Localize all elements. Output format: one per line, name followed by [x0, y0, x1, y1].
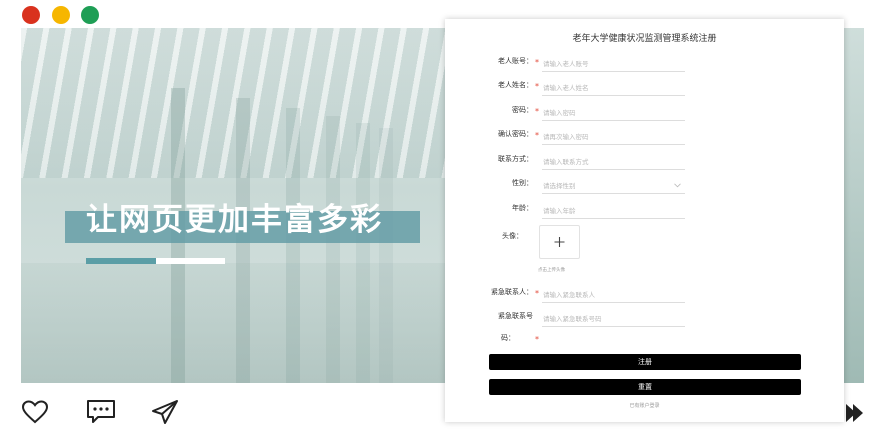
send-icon[interactable] [151, 399, 179, 425]
minimize-window-dot[interactable] [52, 6, 70, 24]
registration-form-card: 老年大学健康状况监测管理系统注册 老人账号： * 老人姓名： * 密码： * 确… [445, 19, 844, 422]
field-emergency-contact: 紧急联系人： * [445, 287, 844, 303]
required-mark: * [535, 131, 539, 140]
field-emergency-phone-label-cont: 码： [501, 334, 515, 342]
field-confirm-password-label: 确认密码： [498, 130, 533, 138]
form-title: 老年大学健康状况监测管理系统注册 [572, 34, 717, 44]
age-input[interactable] [542, 203, 685, 219]
field-account-label: 老人账号： [498, 57, 533, 65]
field-emergency-contact-label: 紧急联系人： [491, 288, 533, 296]
slider-indicator-active[interactable] [86, 258, 156, 264]
field-password-label: 密码： [512, 106, 533, 114]
field-gender: 性别： [445, 178, 844, 194]
maximize-window-dot[interactable] [81, 6, 99, 24]
required-mark: * [535, 107, 539, 116]
required-mark: * [535, 335, 539, 344]
field-contact: 联系方式： [445, 154, 844, 170]
confirm-password-input[interactable] [542, 129, 685, 145]
reset-button[interactable]: 重置 [489, 379, 801, 395]
required-mark: * [535, 289, 539, 298]
bookmark-icon[interactable] [842, 402, 866, 424]
emergency-contact-input[interactable] [542, 287, 685, 303]
field-name-label: 老人姓名： [498, 81, 533, 89]
field-name: 老人姓名： * [445, 80, 844, 96]
account-input[interactable] [542, 56, 685, 72]
field-account: 老人账号： * [445, 56, 844, 72]
field-password: 密码： * [445, 105, 844, 121]
emergency-phone-input[interactable] [542, 311, 685, 327]
close-window-dot[interactable] [22, 6, 40, 24]
register-button[interactable]: 注册 [489, 354, 801, 370]
banner-headline: 让网页更加丰富多彩 [86, 202, 383, 238]
field-contact-label: 联系方式： [498, 155, 533, 163]
heart-icon[interactable] [21, 400, 49, 424]
field-emergency-phone-label: 紧急联系号 [498, 312, 533, 320]
avatar-label: 头像： [502, 232, 523, 240]
field-gender-label: 性别： [512, 179, 533, 187]
field-age: 年龄： [445, 203, 844, 219]
plus-icon [554, 237, 565, 247]
login-link[interactable]: 已有账户登录 [445, 402, 844, 409]
avatar-upload[interactable] [539, 225, 580, 259]
field-emergency-phone: 紧急联系号 [445, 311, 844, 327]
gender-select[interactable] [542, 178, 685, 194]
chevron-down-icon[interactable] [674, 183, 681, 188]
field-emergency-phone-cont: 码： * [445, 333, 844, 349]
comment-icon[interactable] [85, 399, 117, 425]
avatar-hint: 点击上传头像 [538, 268, 565, 273]
contact-input[interactable] [542, 154, 685, 170]
required-mark: * [535, 82, 539, 91]
field-age-label: 年龄： [512, 204, 533, 212]
field-confirm-password: 确认密码： * [445, 129, 844, 145]
required-mark: * [535, 58, 539, 67]
slider-indicator-inactive[interactable] [156, 258, 225, 264]
password-input[interactable] [542, 105, 685, 121]
name-input[interactable] [542, 80, 685, 96]
